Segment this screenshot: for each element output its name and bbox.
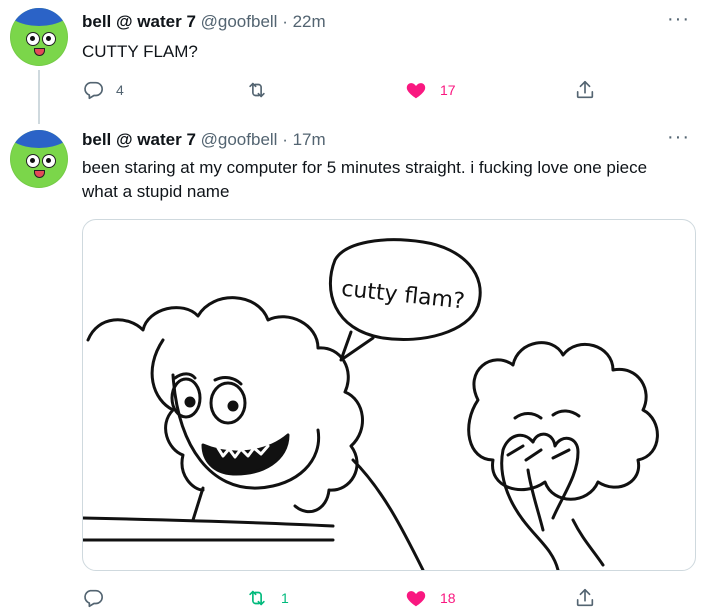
left-character-eye-right <box>209 381 247 425</box>
tweet-2[interactable]: bell @ water 7 @goofbell · 17m ··· been … <box>0 116 708 614</box>
heart-icon <box>404 587 428 609</box>
retweet-button[interactable]: 1 <box>245 586 289 610</box>
share-button[interactable] <box>574 586 596 610</box>
right-character-body <box>521 518 605 570</box>
computer-monitor <box>83 516 335 542</box>
like-button[interactable]: 17 <box>404 78 456 102</box>
avatar-eye-right <box>42 32 56 46</box>
right-character-fingers <box>506 444 571 462</box>
avatar-hair <box>10 8 68 26</box>
tweet-time[interactable]: 22m <box>293 12 326 31</box>
right-character-eyes <box>513 409 581 420</box>
tweet-actions: 4 17 <box>82 78 608 102</box>
avatar[interactable] <box>10 130 68 188</box>
separator-dot: · <box>282 12 288 31</box>
author-handle[interactable]: @goofbell <box>201 12 278 31</box>
retweet-count: 1 <box>281 590 289 606</box>
avatar-mouth <box>34 170 45 178</box>
reply-icon <box>82 587 104 609</box>
like-count: 18 <box>440 590 456 606</box>
tweet-header: bell @ water 7 @goofbell · 17m <box>82 130 326 150</box>
avatar[interactable] <box>10 8 68 66</box>
retweet-icon <box>245 587 269 609</box>
speech-bubble-tail <box>339 330 375 362</box>
share-icon <box>574 587 596 609</box>
comic-drawing: cutty flam? <box>83 238 659 570</box>
tweet-text: CUTTY FLAM? <box>82 42 198 61</box>
like-button[interactable]: 18 <box>404 586 456 610</box>
left-character-pupil-left <box>184 396 196 408</box>
reply-icon <box>82 79 104 101</box>
share-icon <box>574 79 596 101</box>
tweet-1[interactable]: bell @ water 7 @goofbell · 22m ··· CUTTY… <box>0 0 708 124</box>
tweet-time[interactable]: 17m <box>293 130 326 149</box>
left-character-hair <box>86 296 364 513</box>
avatar-eye-right <box>42 154 56 168</box>
heart-icon <box>404 79 428 101</box>
tweet-actions: 1 18 <box>82 586 608 610</box>
avatar-eye-left <box>26 154 40 168</box>
tweet-media-image[interactable]: cutty flam? <box>82 219 696 571</box>
retweet-button[interactable] <box>245 78 281 102</box>
author-name[interactable]: bell @ water 7 <box>82 12 196 31</box>
reply-button[interactable] <box>82 586 116 610</box>
author-handle[interactable]: @goofbell <box>201 130 278 149</box>
avatar-mouth <box>34 48 45 56</box>
left-character-shoulder <box>351 458 425 570</box>
more-icon[interactable]: ··· <box>667 9 690 29</box>
avatar-hair <box>10 130 68 148</box>
speech-bubble-text: cutty flam? <box>340 277 466 315</box>
author-name[interactable]: bell @ water 7 <box>82 130 196 149</box>
right-character-hair <box>467 341 659 501</box>
left-character-pupil-right <box>227 400 239 412</box>
tweet-header: bell @ water 7 @goofbell · 22m <box>82 12 326 32</box>
right-character-hands <box>500 432 580 532</box>
share-button[interactable] <box>574 78 596 102</box>
avatar-eye-left <box>26 32 40 46</box>
tweet-text: been staring at my computer for 5 minute… <box>82 158 648 201</box>
reply-count: 4 <box>116 82 124 98</box>
retweet-icon <box>245 79 269 101</box>
left-character-neck <box>191 486 205 522</box>
more-icon[interactable]: ··· <box>667 127 690 147</box>
reply-button[interactable]: 4 <box>82 78 124 102</box>
like-count: 17 <box>440 82 456 98</box>
separator-dot: · <box>282 130 288 149</box>
